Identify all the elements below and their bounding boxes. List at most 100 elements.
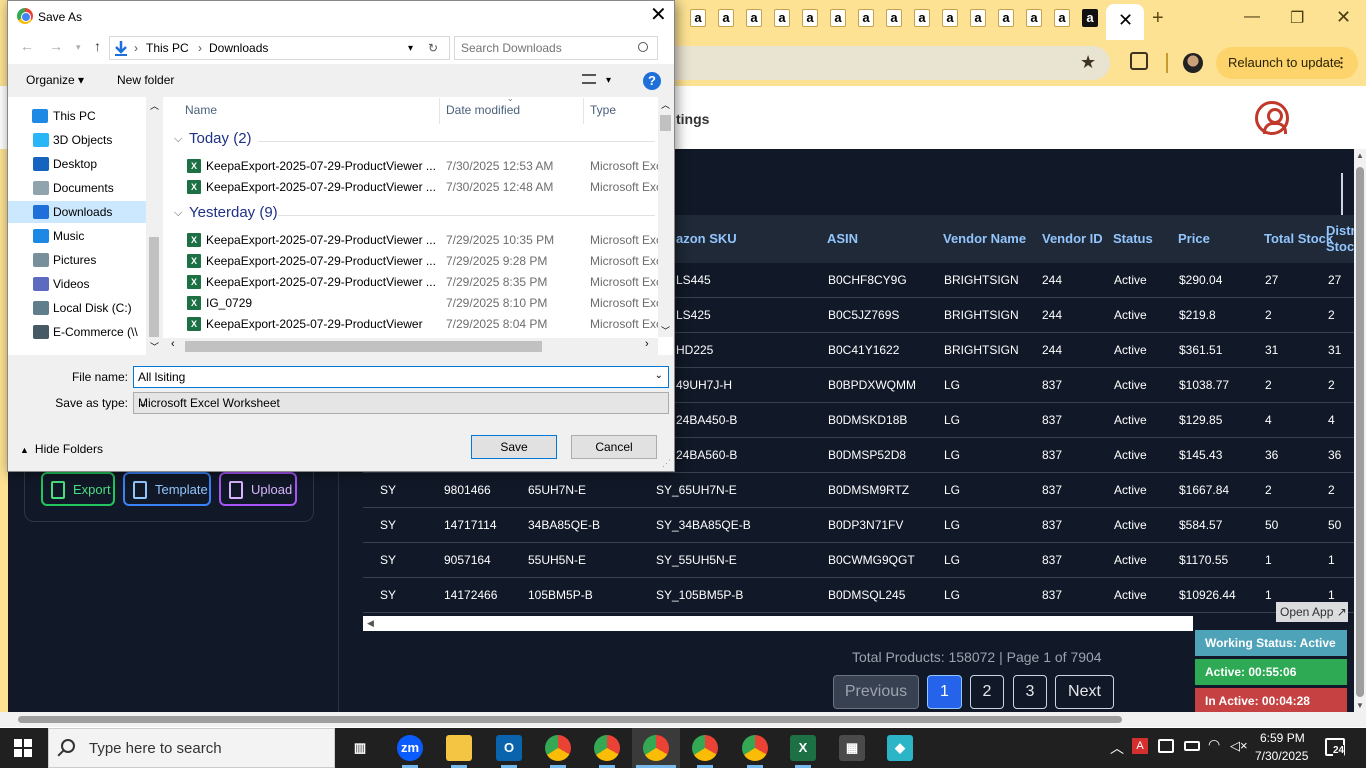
file-name-input[interactable] <box>138 370 638 384</box>
scroll-down-icon[interactable]: ﹀ <box>150 340 159 353</box>
chevron-up-icon[interactable]: ︿ <box>1110 738 1124 758</box>
amazon-tab-icon[interactable]: a <box>746 9 762 27</box>
address-bar[interactable] <box>660 46 1110 80</box>
column-header[interactable]: Distr Stock <box>1326 215 1354 263</box>
file-name[interactable]: IG_0729 <box>206 296 252 310</box>
chrome-icon[interactable] <box>643 735 669 761</box>
navigation-scrollbar[interactable]: ︿ ﹀ <box>146 97 162 355</box>
nav-item-music[interactable]: Music <box>8 225 146 247</box>
pagination-page-2[interactable]: 2 <box>970 675 1004 709</box>
file-name[interactable]: KeepaExport-2025-07-29-ProductViewer ... <box>206 180 436 194</box>
amazon-tab-icon[interactable]: a <box>858 9 874 27</box>
clock-time[interactable]: 6:59 PM <box>1260 731 1305 745</box>
extensions-icon[interactable] <box>1130 52 1148 70</box>
amazon-tab-icon[interactable]: a <box>1026 9 1042 27</box>
column-name[interactable]: Name <box>185 103 217 117</box>
chrome-icon[interactable] <box>692 735 718 761</box>
restore-icon[interactable]: ❐ <box>1290 8 1304 28</box>
minimize-icon[interactable]: — <box>1244 8 1260 26</box>
save-as-type-select[interactable]: Microsoft Excel Worksheet ⌄ <box>133 392 669 414</box>
nav-item-pictures[interactable]: Pictures <box>8 249 146 271</box>
chevron-down-icon[interactable]: ⌄ <box>655 370 663 381</box>
outlook-icon[interactable]: O <box>496 735 522 761</box>
amazon-tab-icon[interactable]: a <box>1082 9 1098 27</box>
scroll-up-icon[interactable]: ︿ <box>150 99 159 112</box>
chrome-icon[interactable] <box>742 735 768 761</box>
file-name[interactable]: KeepaExport-2025-07-29-ProductViewer ... <box>206 275 436 289</box>
column-header[interactable]: ASIN <box>827 215 913 263</box>
scroll-right-icon[interactable]: › <box>645 338 649 350</box>
pagination-previous[interactable]: Previous <box>833 675 919 709</box>
search-downloads-field[interactable] <box>454 36 658 60</box>
scroll-left-icon[interactable]: ◀ <box>367 616 374 631</box>
profile-avatar[interactable] <box>1183 53 1203 73</box>
active-tab[interactable]: ✕ <box>1106 4 1144 40</box>
nav-item-local-disk-c[interactable]: Local Disk (C:) <box>8 297 146 319</box>
file-group-header[interactable]: Today (2) <box>189 130 252 147</box>
chrome-icon[interactable] <box>594 735 620 761</box>
view-options-icon[interactable] <box>582 74 596 84</box>
battery-icon[interactable] <box>1184 741 1200 751</box>
amazon-tab-icon[interactable]: a <box>718 9 734 27</box>
column-header[interactable]: Price <box>1178 215 1264 263</box>
save-button[interactable]: Save <box>471 435 557 459</box>
close-window-icon[interactable]: ✕ <box>1336 7 1351 28</box>
address-breadcrumb[interactable]: › This PC › Downloads ▾ ↻ <box>109 36 450 60</box>
new-folder-button[interactable]: New folder <box>117 73 174 87</box>
new-tab-icon[interactable]: + <box>1152 7 1164 30</box>
help-icon[interactable]: ? <box>643 72 661 90</box>
close-icon[interactable]: ✕ <box>650 5 667 25</box>
chevron-down-icon[interactable]: ▾ <box>408 43 413 54</box>
file-name[interactable]: KeepaExport-2025-07-29-ProductViewer ... <box>206 233 436 247</box>
nav-settings-link[interactable]: tings <box>676 111 709 127</box>
pagination-page-3[interactable]: 3 <box>1013 675 1047 709</box>
amazon-tab-icon[interactable]: a <box>886 9 902 27</box>
camera-tray-icon[interactable] <box>1158 739 1174 753</box>
more-menu-icon[interactable]: ⋮ <box>1335 47 1348 79</box>
notifications-icon[interactable]: 24 <box>1325 738 1345 756</box>
column-header[interactable]: Vendor Name <box>943 215 1029 263</box>
up-arrow-icon[interactable]: ↑ <box>94 38 101 54</box>
organize-menu[interactable]: Organize ▾ <box>26 73 84 87</box>
pagination-page-1[interactable]: 1 <box>927 675 962 709</box>
pagination-next[interactable]: Next <box>1055 675 1114 709</box>
breadcrumb-this-pc[interactable]: This PC <box>146 41 189 55</box>
chevron-down-icon[interactable]: ⌵ <box>174 133 182 146</box>
nav-item-desktop[interactable]: Desktop <box>8 153 146 175</box>
scroll-left-icon[interactable]: ‹ <box>171 338 175 350</box>
amazon-tab-icon[interactable]: a <box>970 9 986 27</box>
scroll-up-icon[interactable]: ︿ <box>661 98 670 111</box>
chevron-down-icon[interactable]: ⌵ <box>174 207 182 220</box>
nav-item-videos[interactable]: Videos <box>8 273 146 295</box>
file-name[interactable]: KeepaExport-2025-07-29-ProductViewer ... <box>206 254 436 268</box>
bookmark-star-icon[interactable]: ★ <box>1080 52 1096 73</box>
page-horizontal-scrollbar[interactable] <box>0 712 1366 727</box>
column-divider[interactable] <box>583 98 584 124</box>
amazon-tab-icon[interactable]: a <box>830 9 846 27</box>
chevron-down-icon[interactable]: ⌄ <box>138 396 663 410</box>
amazon-tab-icon[interactable]: a <box>942 9 958 27</box>
chevron-down-icon[interactable]: ▾ <box>606 75 611 86</box>
scroll-down-icon[interactable]: ▼ <box>1356 701 1364 710</box>
nav-item-documents[interactable]: Documents <box>8 177 146 199</box>
forward-arrow-icon[interactable]: → <box>49 38 63 54</box>
scrollbar-thumb[interactable] <box>1356 167 1364 697</box>
cancel-button[interactable]: Cancel <box>571 435 657 459</box>
column-divider[interactable] <box>439 98 440 124</box>
volume-icon[interactable]: ◁× <box>1230 738 1248 754</box>
clock-date[interactable]: 7/30/2025 <box>1255 749 1308 763</box>
file-explorer-icon[interactable] <box>446 735 472 761</box>
nav-item-3d-objects[interactable]: 3D Objects <box>8 129 146 151</box>
column-header[interactable]: azon SKU <box>676 215 762 263</box>
search-downloads-input[interactable] <box>461 40 631 56</box>
amazon-tab-icon[interactable]: a <box>998 9 1014 27</box>
scroll-down-icon[interactable]: ﹀ <box>661 324 670 337</box>
scroll-up-icon[interactable]: ▲ <box>1356 151 1364 160</box>
nav-item-this-pc[interactable]: This PC <box>8 105 146 127</box>
scrollbar-thumb[interactable] <box>660 115 671 131</box>
column-type[interactable]: Type <box>590 103 616 117</box>
wifi-icon[interactable]: ◠ <box>1208 736 1220 753</box>
nav-item-e-commerce[interactable]: E-Commerce (\\ <box>8 321 146 343</box>
scrollbar-thumb[interactable] <box>18 716 1122 723</box>
refresh-icon[interactable]: ↻ <box>428 41 438 55</box>
